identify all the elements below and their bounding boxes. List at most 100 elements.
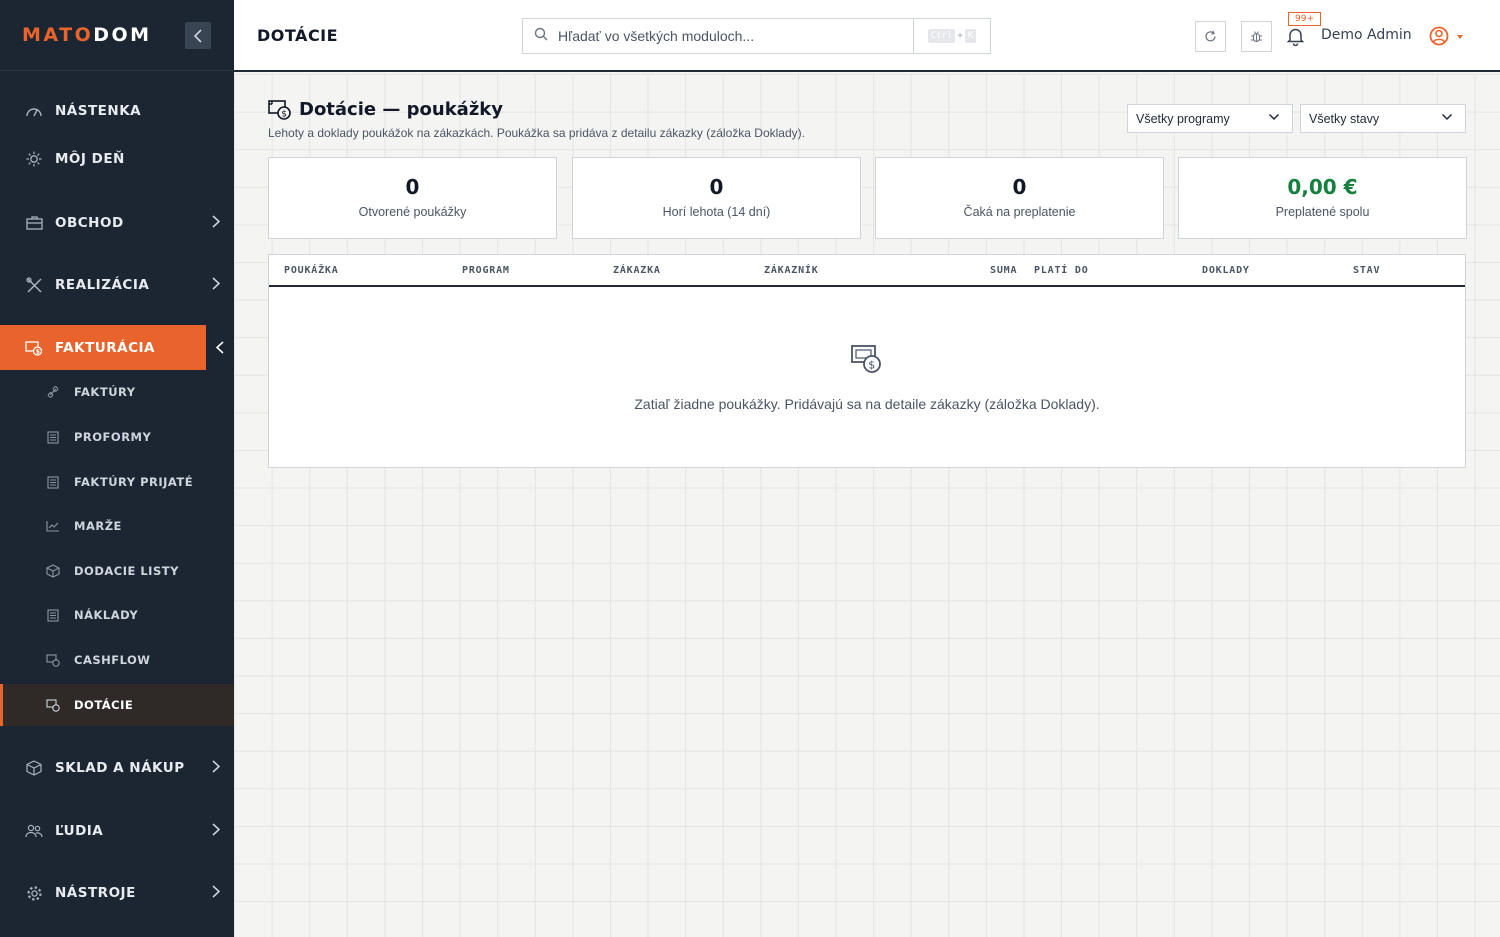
program-filter[interactable]: Všetky programy (1127, 104, 1293, 133)
billing-icon (46, 698, 60, 712)
kbd-k: K (964, 29, 977, 43)
dashboard-icon (25, 102, 43, 120)
sidebar-item-label: MÔJ DEŇ (55, 151, 125, 167)
sun-icon (25, 150, 43, 168)
briefcase-icon (25, 214, 43, 232)
box-icon (46, 564, 60, 578)
sidebar-subitem-label: CASHFLOW (74, 653, 151, 667)
sidebar-item-nastenka[interactable]: NÁSTENKA (0, 90, 234, 132)
main-content: $ Dotácie — poukážky Lehoty a doklady po… (234, 74, 1500, 937)
program-filter-value: Všetky programy (1136, 111, 1230, 126)
column-header-customer[interactable]: ZÁKAZNÍK (764, 265, 819, 276)
sidebar-subitem-marze[interactable]: MARŽE (0, 505, 234, 547)
sidebar-subitem-naklady[interactable]: NÁKLADY (0, 594, 234, 636)
sidebar-subitem-label: MARŽE (74, 519, 122, 533)
notifications-button[interactable] (1286, 26, 1305, 51)
sidebar-item-obchod[interactable]: OBCHOD (0, 201, 234, 245)
sidebar-subitem-faktury-prijate[interactable]: FAKTÚRY PRIJATÉ (0, 461, 234, 503)
users-icon (25, 822, 43, 840)
sidebar-subitem-label: DOTÁCIE (74, 698, 134, 712)
stat-caption: Čaká na preplatenie (963, 205, 1076, 219)
debug-button[interactable] (1241, 21, 1272, 52)
sidebar-item-nastroje[interactable]: NÁSTROJE (0, 871, 234, 915)
column-header-documents[interactable]: DOKLADY (1202, 265, 1250, 276)
sidebar-item-label: NÁSTENKA (55, 103, 142, 119)
logo-part-1: MATO (22, 24, 94, 46)
logo-part-2: DOM (93, 24, 152, 46)
box-icon (25, 759, 43, 777)
empty-state-message: Zatiaľ žiadne poukážky. Pridávajú sa na … (634, 396, 1100, 412)
sidebar-item-label: ĽUDIA (55, 823, 104, 839)
collapse-sidebar-button[interactable] (185, 22, 211, 49)
chevron-right-icon (212, 276, 221, 294)
sidebar-subitem-label: DODACIE LISTY (74, 564, 179, 578)
sidebar-item-label: REALIZÁCIA (55, 277, 150, 293)
chevron-right-icon (212, 214, 221, 232)
vouchers-table: POUKÁŽKA PROGRAM ZÁKAZKA ZÁKAZNÍK SUMA P… (268, 254, 1466, 468)
page-title: Dotácie — poukážky (299, 99, 504, 120)
user-menu[interactable] (1429, 25, 1467, 52)
sidebar-subitem-cashflow[interactable]: CASHFLOW (0, 639, 234, 681)
billing-icon (46, 653, 60, 667)
bug-icon (1251, 30, 1262, 42)
column-header-amount[interactable]: SUMA (990, 265, 1017, 276)
svg-text:$: $ (868, 359, 875, 372)
stat-value: 0 (709, 175, 724, 199)
document-icon (46, 475, 60, 489)
sidebar-item-label: NÁSTROJE (55, 885, 136, 901)
sidebar-item-ludia[interactable]: ĽUDIA (0, 809, 234, 853)
bell-icon (1286, 28, 1305, 47)
chevron-down-icon (1268, 111, 1280, 126)
stat-card-deadline: 0 Horí lehota (14 dní) (572, 157, 861, 239)
sidebar-subitem-dodacie-listy[interactable]: DODACIE LISTY (0, 550, 234, 592)
status-filter[interactable]: Všetky stavy (1300, 104, 1466, 133)
sidebar-item-sklad[interactable]: SKLAD A NÁKUP (0, 746, 234, 790)
search-icon (534, 27, 550, 46)
stat-card-waiting: 0 Čaká na preplatenie (875, 157, 1164, 239)
sidebar-item-label: FAKTURÁCIA (55, 339, 155, 356)
column-header-voucher[interactable]: POUKÁŽKA (284, 265, 339, 276)
chevron-left-icon[interactable] (203, 325, 234, 370)
page-subtitle: Lehoty a doklady poukážok na zákazkách. … (268, 126, 805, 140)
sidebar-subitem-label: FAKTÚRY (74, 385, 136, 399)
billing-icon: $ (25, 339, 43, 357)
sidebar-item-fakturacia[interactable]: $ FAKTURÁCIA (0, 325, 234, 370)
sidebar-subitem-label: PROFORMY (74, 430, 152, 444)
svg-text:$: $ (36, 348, 41, 355)
refresh-button[interactable] (1195, 21, 1226, 52)
chevron-right-icon (212, 884, 221, 902)
column-header-program[interactable]: PROGRAM (462, 265, 510, 276)
chevron-right-icon (212, 822, 221, 840)
chevron-down-icon (1441, 111, 1453, 126)
voucher-icon: $ (850, 343, 884, 380)
top-header: DOTÁCIE Ctrl + K 99+ Demo Admin (234, 0, 1500, 72)
stat-card-paid: 0,00 € Preplatené spolu (1178, 157, 1467, 239)
document-icon (46, 608, 60, 622)
stat-card-open: 0 Otvorené poukážky (268, 157, 557, 239)
stat-caption: Horí lehota (14 dní) (662, 205, 771, 219)
sidebar-item-realizacia[interactable]: REALIZÁCIA (0, 263, 234, 307)
user-name[interactable]: Demo Admin (1321, 27, 1412, 43)
chevron-left-icon (193, 28, 202, 43)
sidebar-subitem-label: NÁKLADY (74, 608, 139, 622)
column-header-order[interactable]: ZÁKAZKA (613, 265, 661, 276)
sidebar-item-moj-den[interactable]: MÔJ DEŇ (0, 138, 234, 180)
column-header-status[interactable]: STAV (1353, 265, 1380, 276)
stat-caption: Preplatené spolu (1275, 205, 1370, 219)
status-filter-value: Všetky stavy (1309, 111, 1380, 126)
link-icon (46, 385, 60, 399)
kbd-ctrl: Ctrl (927, 29, 956, 43)
notification-badge: 99+ (1288, 12, 1321, 26)
table-header: POUKÁŽKA PROGRAM ZÁKAZKA ZÁKAZNÍK SUMA P… (269, 255, 1465, 287)
refresh-icon (1205, 30, 1216, 42)
user-avatar-icon (1429, 26, 1463, 46)
search-input[interactable] (558, 28, 898, 44)
column-header-valid-until[interactable]: PLATÍ DO (1034, 265, 1089, 276)
logo[interactable]: MATODOM (22, 24, 152, 46)
sidebar-item-label: OBCHOD (55, 215, 124, 231)
sidebar-subitem-proformy[interactable]: PROFORMY (0, 416, 234, 458)
sidebar-subitem-faktury[interactable]: FAKTÚRY (0, 371, 234, 413)
stat-caption: Otvorené poukážky (358, 205, 467, 219)
sidebar-subitem-dotacie[interactable]: DOTÁCIE (0, 684, 234, 726)
global-search[interactable]: Ctrl + K (522, 18, 991, 54)
